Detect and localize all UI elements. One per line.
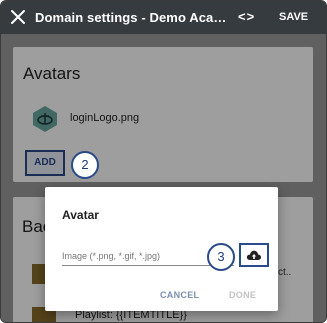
cancel-button[interactable]: CANCEL bbox=[160, 290, 199, 300]
page-title: Domain settings - Demo Aca… bbox=[35, 10, 227, 25]
code-icon[interactable]: <> bbox=[238, 9, 255, 24]
step-callout-2: 2 bbox=[71, 151, 99, 179]
step-callout-3: 3 bbox=[207, 243, 235, 271]
done-button[interactable]: DONE bbox=[229, 290, 256, 300]
close-icon[interactable] bbox=[9, 8, 27, 26]
window-frame: Domain settings - Demo Aca… <> SAVE Avat… bbox=[0, 0, 327, 323]
app-bar: Domain settings - Demo Aca… <> SAVE bbox=[1, 1, 326, 34]
save-button[interactable]: SAVE bbox=[279, 11, 308, 23]
dialog-title: Avatar bbox=[62, 208, 99, 222]
avatar-dialog: Avatar CANCEL DONE bbox=[45, 187, 278, 311]
upload-button[interactable] bbox=[239, 243, 269, 267]
cloud-upload-icon bbox=[246, 250, 262, 260]
